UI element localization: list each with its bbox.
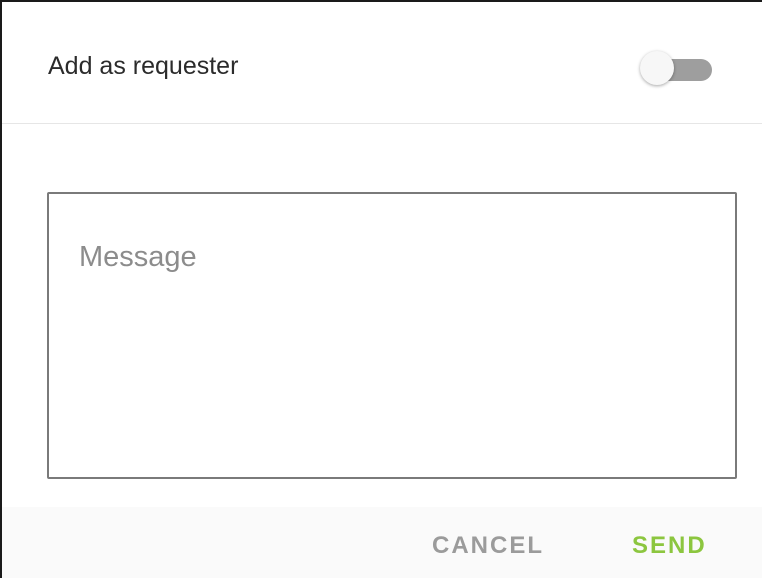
cancel-button[interactable]: CANCEL — [432, 531, 544, 561]
requester-toggle-switch[interactable] — [640, 50, 716, 86]
requester-toggle-row: Add as requester — [2, 2, 762, 124]
requester-toggle-label: Add as requester — [48, 52, 239, 80]
message-input[interactable] — [47, 192, 737, 479]
dialog-actions: CANCEL SEND — [2, 507, 762, 578]
dialog: Add as requester CANCEL SEND — [0, 0, 762, 578]
switch-thumb — [640, 51, 674, 85]
send-button[interactable]: SEND — [632, 531, 707, 561]
